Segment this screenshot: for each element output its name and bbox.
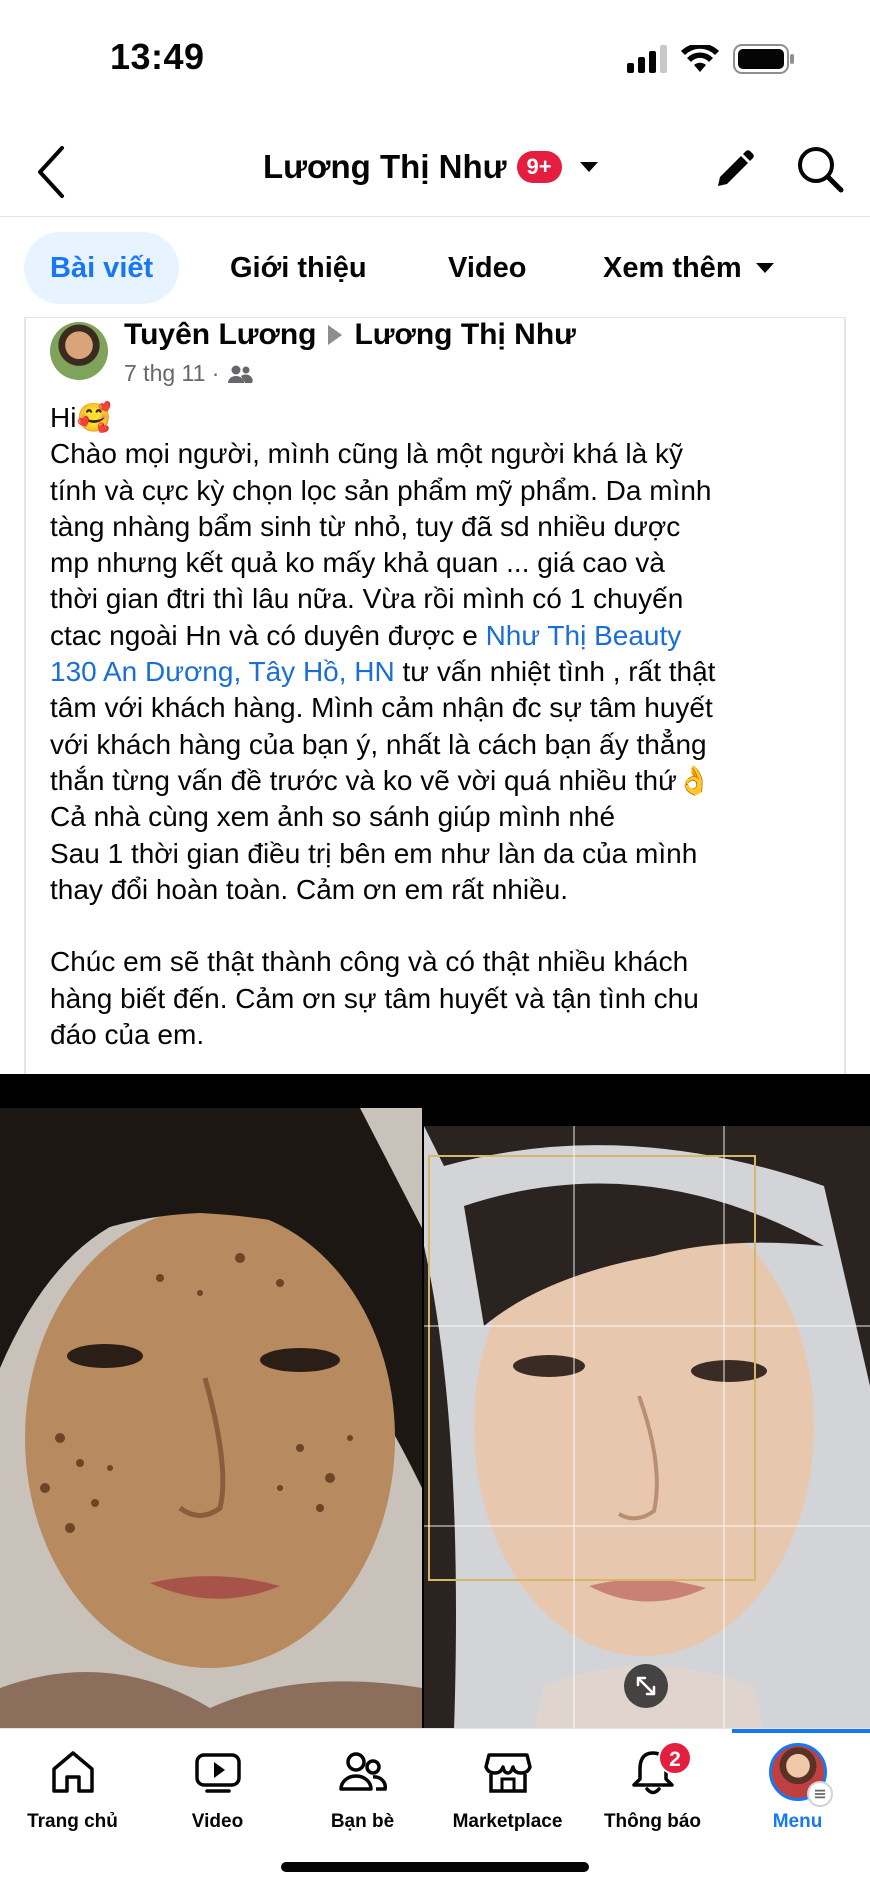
nav-video[interactable]: Video	[145, 1729, 290, 1849]
nav-notifications[interactable]: 2 Thông báo	[580, 1729, 725, 1849]
profile-name-switcher[interactable]: Lương Thị Như 9+	[263, 148, 598, 186]
post-line: tàng nhàng bẩm sinh từ nhỏ, tuy đã sd nh…	[50, 510, 681, 542]
post-line: tâm với khách hàng. Mình cảm nhận đc sự …	[50, 692, 713, 724]
nav-menu[interactable]: Menu	[725, 1729, 870, 1849]
friends-audience-icon	[228, 365, 254, 383]
post-line: Hi🥰	[50, 402, 112, 433]
edit-pencil-icon[interactable]	[710, 146, 758, 194]
menu-lines-icon	[807, 1781, 833, 1807]
chevron-down-icon	[755, 263, 774, 273]
post-line: đáo của em.	[50, 1019, 205, 1051]
post-photo[interactable]	[0, 1074, 870, 1730]
tab-video[interactable]: Video	[448, 232, 526, 304]
nav-marketplace-label: Marketplace	[452, 1811, 563, 1832]
status-bar: 13:49	[0, 0, 870, 110]
nav-friends[interactable]: Bạn bè	[290, 1729, 435, 1849]
nav-marketplace[interactable]: Marketplace	[435, 1729, 580, 1849]
chevron-down-icon	[579, 162, 598, 172]
address-link[interactable]: 130 An Dương, Tây Hồ, HN	[50, 656, 395, 687]
header-divider	[0, 216, 870, 217]
home-icon	[52, 1751, 94, 1793]
wifi-icon	[681, 45, 719, 72]
status-time: 13:49	[110, 36, 205, 77]
nav-home-label: Trang chủ	[27, 1811, 118, 1832]
post-line: với khách hàng của bạn ý, nhất là cách b…	[50, 728, 707, 760]
tab-more[interactable]: Xem thêm	[603, 232, 774, 304]
post-line: Chào mọi người, mình cũng là một người k…	[50, 438, 683, 470]
post-line: Sau 1 thời gian điều trị bên em như làn …	[50, 837, 698, 869]
post-date[interactable]: 7 thg 11 ·	[124, 360, 219, 387]
post-line: hàng biết đến. Cảm ơn sự tâm huyết và tậ…	[50, 982, 699, 1014]
nav-menu-label: Menu	[772, 1811, 823, 1832]
after-photo	[424, 1126, 870, 1730]
profile-header: Lương Thị Như 9+	[0, 128, 870, 218]
expand-icon[interactable]	[624, 1664, 668, 1708]
marketplace-icon	[484, 1753, 532, 1793]
post-target-name[interactable]: Lương Thị Như	[354, 318, 575, 352]
status-icons	[627, 44, 795, 74]
post-line: tính và cực kỳ chọn lọc sản phẩm mỹ phẩm…	[50, 474, 712, 506]
after-face-illustration	[424, 1126, 870, 1730]
nav-home[interactable]: Trang chủ	[0, 1729, 145, 1849]
search-icon[interactable]	[795, 144, 845, 194]
author-avatar[interactable]	[50, 322, 108, 380]
post-body: Hi🥰 Chào mọi người, mình cũng là một ngư…	[50, 400, 850, 1053]
post-author-line: Tuyên Lương Lương Thị Như	[124, 318, 576, 352]
home-indicator[interactable]	[281, 1862, 589, 1872]
nav-notifications-label: Thông báo	[603, 1811, 702, 1832]
author-name[interactable]: Tuyên Lương	[124, 318, 316, 352]
page-title: Lương Thị Như	[263, 148, 507, 185]
friends-icon	[339, 1752, 387, 1791]
post-line: Cả nhà cùng xem ảnh so sánh giúp mình nh…	[50, 801, 616, 833]
signal-icon	[627, 45, 667, 73]
tab-posts[interactable]: Bài viết	[24, 232, 180, 304]
back-button[interactable]	[32, 142, 72, 202]
post-line: thời gian đtri thì lâu nữa. Vừa rồi mình…	[50, 583, 684, 615]
nav-video-label: Video	[191, 1811, 244, 1832]
post-line: thay đổi hoàn toàn. Cảm ơn em rất nhiều.	[50, 873, 568, 905]
post-meta: 7 thg 11 ·	[124, 360, 254, 387]
before-photo	[0, 1108, 422, 1730]
notification-badge: 9+	[516, 151, 562, 183]
page-mention-link[interactable]: Như Thị Beauty	[486, 620, 682, 651]
post-line: 130 An Dương, Tây Hồ, HN tư vấn nhiệt tì…	[50, 654, 850, 690]
post-line: ctac ngoài Hn và có duyên được e Như Thị…	[50, 618, 850, 654]
tab-about[interactable]: Giới thiệu	[230, 232, 367, 304]
tab-more-label: Xem thêm	[603, 251, 742, 284]
video-icon	[195, 1753, 241, 1793]
post-line: Chúc em sẽ thật thành công và có thật nh…	[50, 946, 689, 978]
arrow-right-icon	[328, 325, 343, 345]
profile-tabs: Bài viết Giới thiệu Video Xem thêm	[0, 232, 870, 306]
post-line: mp nhưng kết quả ko mấy khả quan ... giá…	[50, 547, 665, 579]
post-text-fragment: tư vấn nhiệt tình , rất thật	[394, 656, 716, 688]
before-face-illustration	[0, 1108, 422, 1730]
battery-icon	[733, 44, 794, 74]
post-line: thắn từng vấn đề trước và ko vẽ vời quá …	[50, 764, 712, 796]
notification-count-badge: 2	[658, 1741, 692, 1775]
nav-friends-label: Bạn bè	[330, 1811, 395, 1832]
post-card: Tuyên Lương Lương Thị Như 7 thg 11 · Hi🥰…	[24, 318, 846, 1074]
post-text-fragment: ctac ngoài Hn và có duyên được e	[50, 619, 486, 651]
